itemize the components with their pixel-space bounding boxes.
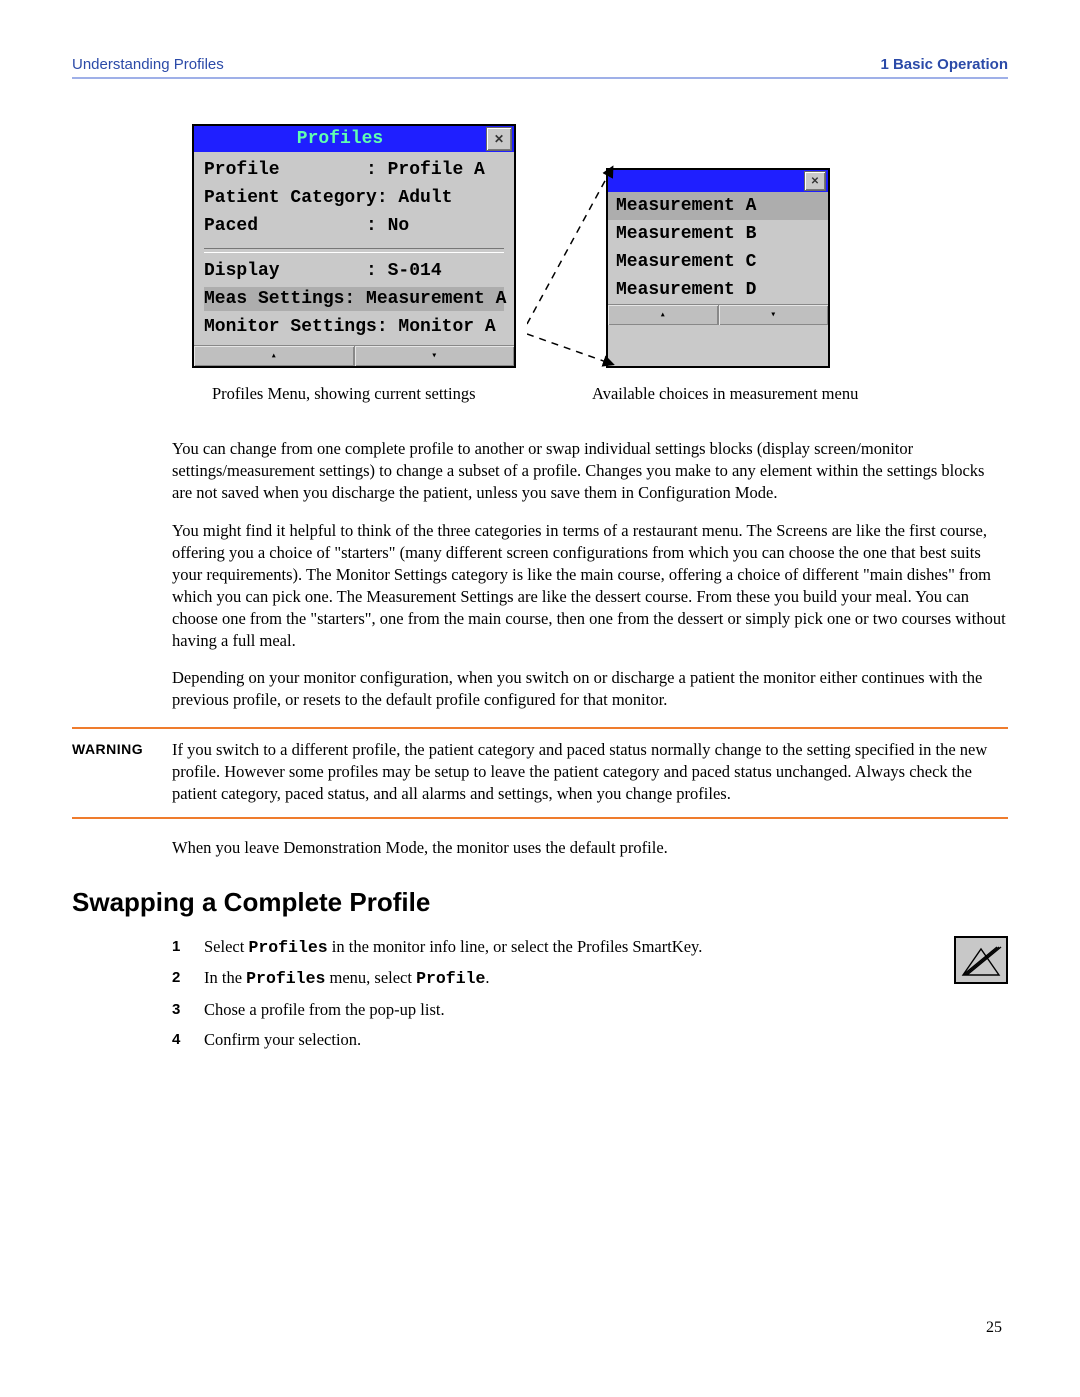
page-header: Understanding Profiles 1 Basic Operation bbox=[72, 56, 1008, 79]
close-icon[interactable]: ✕ bbox=[486, 127, 512, 151]
profiles-titlebar: Profiles ✕ bbox=[194, 126, 514, 152]
step-item: In the Profiles menu, select Profile. bbox=[172, 967, 872, 990]
smartkey-icon bbox=[954, 936, 1008, 984]
warning-block: WARNING If you switch to a different pro… bbox=[72, 739, 1008, 805]
page-down-icon[interactable]: ▾ bbox=[719, 305, 829, 325]
profiles-window: Profiles ✕ Profile : Profile A Patient C… bbox=[192, 124, 516, 368]
measurement-titlebar: ✕ bbox=[608, 170, 828, 192]
page-up-icon[interactable]: ▴ bbox=[194, 346, 355, 366]
step-item: Select Profiles in the monitor info line… bbox=[172, 936, 872, 959]
page-up-icon[interactable]: ▴ bbox=[608, 305, 719, 325]
measurement-option[interactable]: Measurement D bbox=[608, 276, 828, 304]
orange-rule bbox=[72, 727, 1008, 729]
warning-text: If you switch to a different profile, th… bbox=[172, 739, 1008, 805]
section-heading: Swapping a Complete Profile bbox=[72, 887, 1008, 918]
body-paragraph: Depending on your monitor configuration,… bbox=[172, 667, 1008, 711]
profile-row[interactable]: Profile : Profile A bbox=[204, 158, 504, 182]
page-number: 25 bbox=[986, 1319, 1002, 1337]
meas-settings-row[interactable]: Meas Settings: Measurement A bbox=[204, 287, 504, 311]
measurement-window: ✕ Measurement A Measurement B Measuremen… bbox=[606, 168, 830, 368]
step-item: Chose a profile from the pop-up list. bbox=[172, 999, 872, 1021]
caption-right: Available choices in measurement menu bbox=[592, 384, 952, 404]
step-item: Confirm your selection. bbox=[172, 1029, 872, 1051]
header-right: 1 Basic Operation bbox=[880, 56, 1008, 73]
monitor-settings-row[interactable]: Monitor Settings: Monitor A bbox=[204, 315, 504, 339]
paced-row[interactable]: Paced : No bbox=[204, 214, 504, 238]
figure-area: Profiles ✕ Profile : Profile A Patient C… bbox=[192, 124, 1008, 368]
steps-block: Select Profiles in the monitor info line… bbox=[172, 936, 1008, 1059]
orange-rule bbox=[72, 817, 1008, 819]
body-paragraph: You can change from one complete profile… bbox=[172, 438, 1008, 504]
close-icon[interactable]: ✕ bbox=[804, 171, 826, 191]
measurement-option[interactable]: Measurement B bbox=[608, 220, 828, 248]
body-paragraph: You might find it helpful to think of th… bbox=[172, 520, 1008, 652]
warning-label: WARNING bbox=[72, 739, 172, 805]
caption-left: Profiles Menu, showing current settings bbox=[212, 384, 592, 404]
figure-captions: Profiles Menu, showing current settings … bbox=[212, 384, 1008, 404]
divider-line bbox=[204, 248, 504, 253]
header-left: Understanding Profiles bbox=[72, 56, 224, 73]
page-down-icon[interactable]: ▾ bbox=[355, 346, 515, 366]
measurement-option[interactable]: Measurement A bbox=[608, 192, 828, 220]
display-row[interactable]: Display : S-014 bbox=[204, 259, 504, 283]
measurement-option[interactable]: Measurement C bbox=[608, 248, 828, 276]
body-paragraph: When you leave Demonstration Mode, the m… bbox=[172, 837, 1008, 859]
profiles-title: Profiles bbox=[194, 129, 486, 149]
patient-category-row[interactable]: Patient Category: Adult bbox=[204, 186, 504, 210]
